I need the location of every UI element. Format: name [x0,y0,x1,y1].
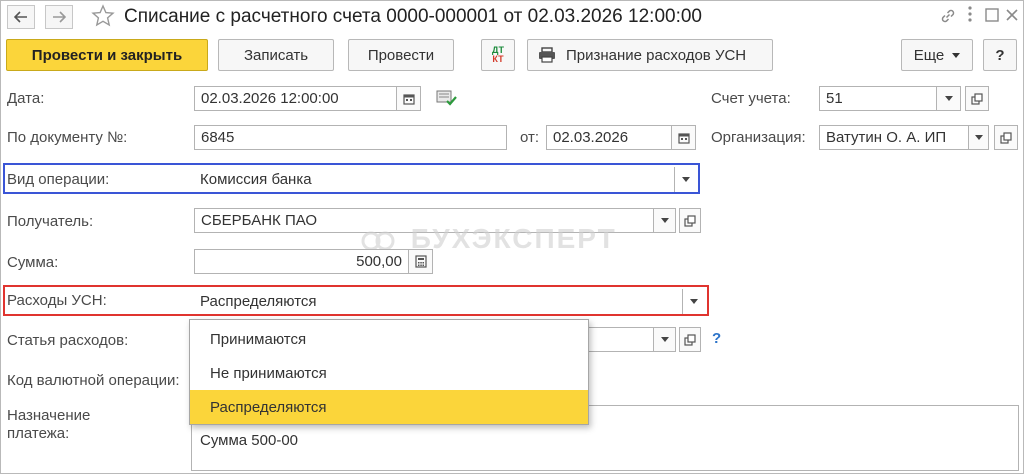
dropdown-option-distributed[interactable]: Распределяются [190,390,588,424]
purpose-label-line2: платежа: [7,425,70,442]
expense-item-open-button[interactable] [679,327,701,352]
purpose-label: Назначение платежа: [7,407,90,443]
dtkt-button[interactable]: ДТ КТ [481,39,515,71]
link-icon[interactable] [939,7,957,30]
usn-expenses-dropdown-list: Принимаются Не принимаются Распределяютс… [189,319,589,425]
usn-expenses-dropdown-button[interactable] [682,289,705,314]
operation-type-dropdown-button[interactable] [674,167,696,192]
favorite-star-icon[interactable] [91,4,115,32]
calendar-button[interactable] [397,86,421,111]
account-label: Счет учета: [711,90,791,107]
organization-label: Организация: [711,129,806,146]
chevron-down-icon [944,96,953,101]
more-label: Еще [913,46,945,64]
back-button[interactable] [7,5,35,29]
doc-date-label: от: [520,129,540,146]
currency-op-code-label: Код валютной операции: [7,372,180,389]
watermark-text: БУХЭКСПЕРТ [410,223,617,254]
operation-type-select[interactable]: Комиссия банка [194,167,674,192]
organization-open-button[interactable] [994,125,1018,150]
date-label: Дата: [7,90,45,107]
doc-number-label: По документу №: [7,129,128,146]
usn-report-label: Признание расходов УСН [566,46,747,64]
date-input[interactable]: 02.03.2026 12:00:00 [194,86,397,111]
calculator-button[interactable] [409,249,433,274]
arrow-right-icon [53,11,66,23]
usn-expenses-select[interactable]: Распределяются [194,289,682,314]
edit-check-icon[interactable] [436,89,458,111]
account-dropdown-button[interactable] [937,86,961,111]
window-title: Списание с расчетного счета 0000-000001 … [124,6,702,27]
maximize-icon[interactable] [984,7,1000,28]
chevron-down-icon [974,135,983,140]
doc-number-input[interactable]: 6845 [194,125,507,150]
chevron-down-icon [660,218,669,223]
recipient-label: Получатель: [7,213,94,230]
usn-expenses-label: Расходы УСН: [7,292,107,309]
expense-item-dropdown-button[interactable] [654,327,676,352]
dtkt-icon-bottom: КТ [492,54,504,64]
amount-input[interactable]: 500,00 [194,249,409,274]
organization-dropdown-button[interactable] [969,125,989,150]
more-button[interactable]: Еще [901,39,973,71]
open-form-icon [1000,131,1012,144]
chevron-down-icon [660,337,669,342]
arrow-left-icon [14,11,27,23]
close-icon[interactable] [1005,7,1019,27]
amount-label: Сумма: [7,254,59,271]
organization-input[interactable]: Ватутин О. А. ИП [819,125,969,150]
calendar-icon [402,93,415,105]
expense-item-help-link[interactable]: ? [712,330,721,347]
doc-date-input[interactable]: 02.03.2026 [546,125,672,150]
chevron-down-icon [681,177,690,182]
more-menu-icon[interactable] [967,5,973,28]
calendar-icon [677,132,690,144]
open-form-icon [684,333,696,346]
operation-type-label: Вид операции: [7,171,110,188]
document-window: Списание с расчетного счета 0000-000001 … [0,0,1024,474]
expense-item-label: Статья расходов: [7,332,129,349]
dropdown-option-accepted[interactable]: Принимаются [190,322,588,356]
chevron-down-icon [690,299,698,304]
open-form-icon [971,92,983,105]
account-input[interactable]: 51 [819,86,937,111]
recipient-open-button[interactable] [679,208,701,233]
open-form-icon [684,214,696,227]
dropdown-option-not-accepted[interactable]: Не принимаются [190,356,588,390]
recipient-dropdown-button[interactable] [654,208,676,233]
purpose-label-line1: Назначение [7,407,91,424]
printer-icon [539,47,555,63]
account-open-button[interactable] [965,86,989,111]
post-button[interactable]: Провести [348,39,454,71]
forward-button[interactable] [45,5,73,29]
help-button[interactable]: ? [983,39,1017,71]
save-button[interactable]: Записать [218,39,334,71]
post-and-close-button[interactable]: Провести и закрыть [6,39,208,71]
calculator-icon [414,255,427,268]
usn-report-button[interactable]: Признание расходов УСН [527,39,773,71]
doc-date-calendar-button[interactable] [672,125,696,150]
chevron-down-icon [952,52,961,58]
